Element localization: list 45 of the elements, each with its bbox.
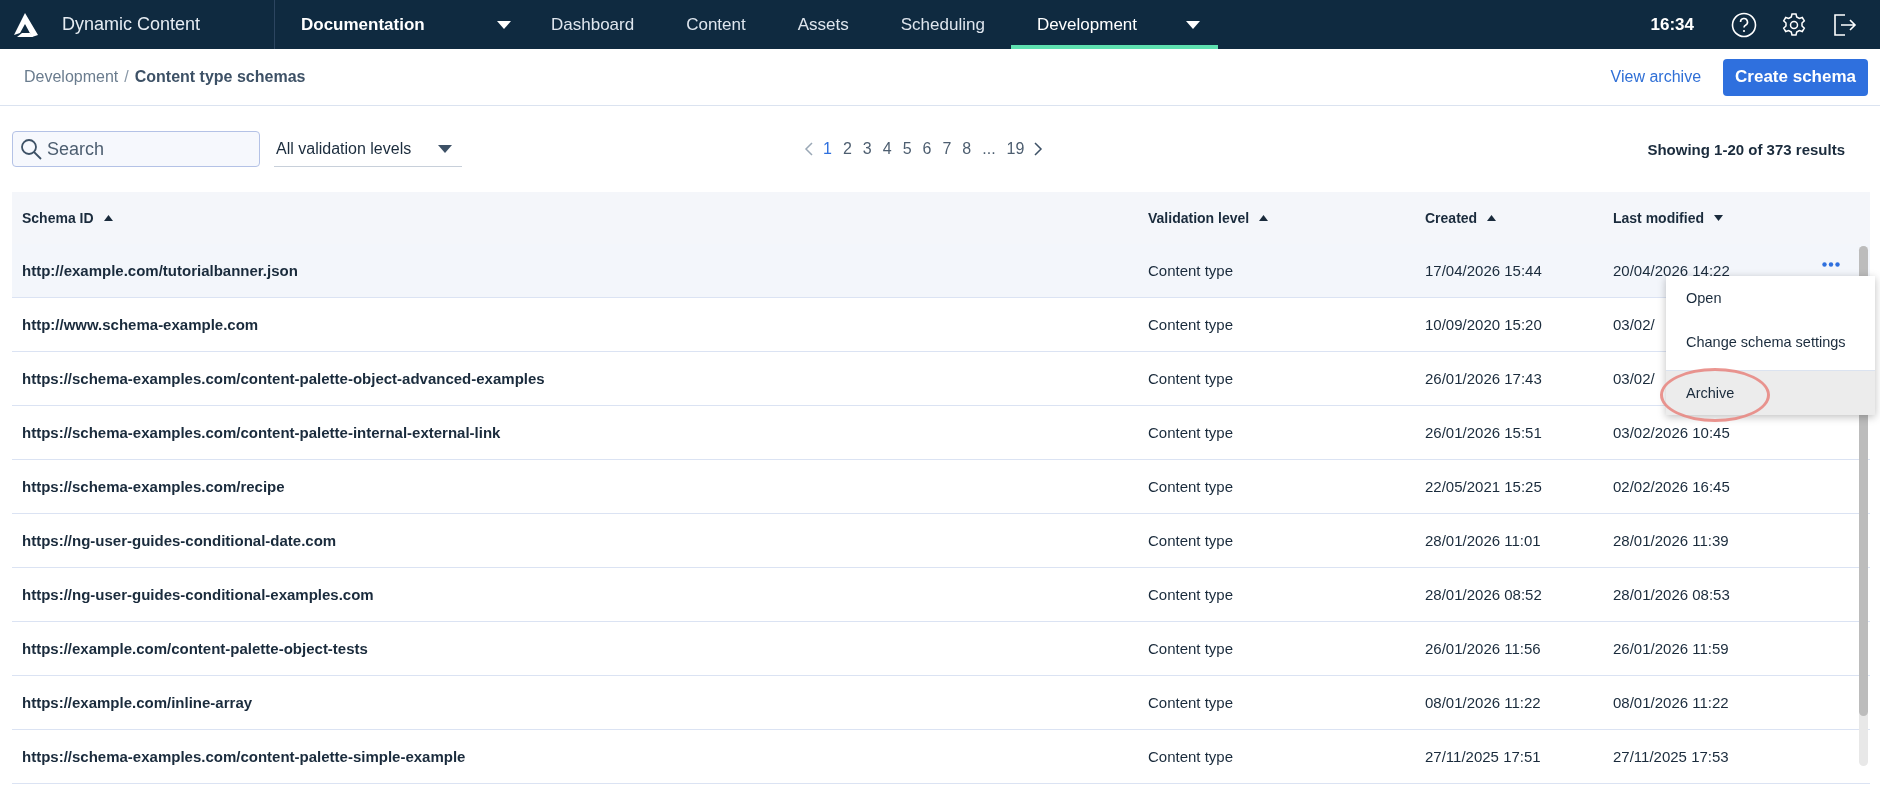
table-cell: 02/02/2026 16:45	[1613, 478, 1730, 495]
table-cell: https://schema-examples.com/content-palette-internal-external-link	[22, 424, 501, 441]
table-cell: https://schema-examples.com/recipe	[22, 478, 285, 495]
table-cell: https://example.com/inline-array	[22, 694, 253, 711]
table-cell: 27/11/2025 17:53	[1613, 748, 1729, 765]
table-cell: 28/01/2026 08:52	[1425, 586, 1542, 603]
table-cell: Content type	[1148, 694, 1234, 711]
table-cell: 03/02/	[1613, 316, 1655, 333]
table-cell: 26/01/2026 11:59	[1613, 640, 1729, 657]
table-cell: https://ng-user-guides-conditional-date.com	[22, 532, 337, 549]
table-cell: https://schema-examples.com/content-palette-object-advanced-examples	[22, 370, 545, 387]
table-cell: 28/01/2026 08:53	[1613, 586, 1730, 603]
table-cell: 26/01/2026 11:56	[1425, 640, 1541, 657]
results-count: Showing 1-20 of 373 results	[1647, 140, 1845, 158]
table-cell: 28/01/2026 11:39	[1613, 532, 1729, 549]
table-cell: 26/01/2026 15:51	[1425, 424, 1542, 441]
table-cell: Content type	[1148, 532, 1234, 549]
table-cell: Content type	[1148, 586, 1234, 603]
table-cell: Content type	[1148, 640, 1234, 657]
table-cell: https://example.com/content-palette-object-tests	[22, 640, 368, 657]
table-cell: Content type	[1148, 316, 1234, 333]
table-cell: 08/01/2026 11:22	[1425, 694, 1541, 711]
table-cell: http://example.com/tutorialbanner.json	[22, 262, 298, 279]
table-cell: https://schema-examples.com/content-palette-simple-example	[22, 748, 466, 765]
table-cell: 20/04/2026 14:22	[1613, 262, 1730, 279]
breadcrumb-separator: /	[124, 68, 129, 86]
clock: 16:34	[1650, 14, 1694, 35]
table-cell: 03/02/	[1613, 370, 1655, 387]
table-cell: https://ng-user-guides-conditional-examples.com	[22, 586, 374, 603]
table-cell: Content type	[1148, 478, 1234, 495]
table-cell: Content type	[1148, 748, 1234, 765]
table-cell: 27/11/2025 17:51	[1425, 748, 1541, 765]
table-cell: 08/01/2026 11:22	[1613, 694, 1729, 711]
table-cell: 26/01/2026 17:43	[1425, 370, 1542, 387]
table-cell: 22/05/2021 15:25	[1425, 478, 1542, 495]
table-cell: 03/02/2026 10:45	[1613, 424, 1730, 441]
table-cell: Content type	[1148, 370, 1234, 387]
table-cell: 28/01/2026 11:01	[1425, 532, 1541, 549]
table-cell: Content type	[1148, 262, 1234, 279]
table-cell: 17/04/2026 15:44	[1425, 262, 1542, 279]
app-name: Dynamic Content	[62, 14, 201, 35]
table-cell: 10/09/2020 15:20	[1425, 316, 1542, 333]
table-cell: http://www.schema-example.com	[22, 316, 259, 333]
breadcrumb-item: Content type schemas	[134, 68, 306, 86]
table-cell: Content type	[1148, 424, 1234, 441]
